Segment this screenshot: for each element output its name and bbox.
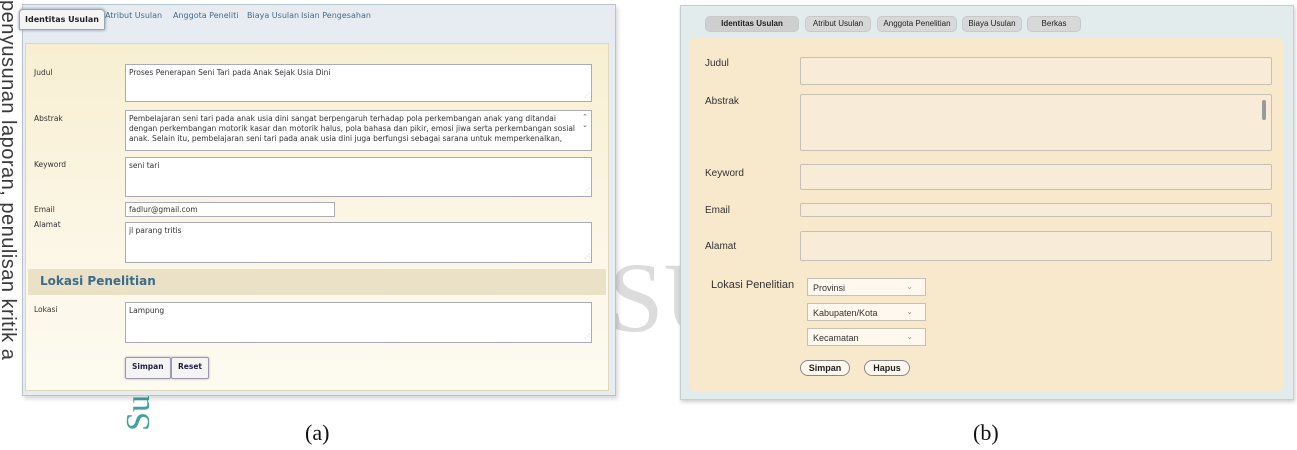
email-field[interactable]: fadlur@gmail.com [125,202,335,217]
save-button[interactable]: Simpan [800,360,850,376]
tab-identitas-usulan[interactable]: Identitas Usulan [705,16,799,32]
alamat-label: Alamat [34,220,61,229]
side-logo: Su [120,395,157,431]
lokasi-section-header: Lokasi Penelitian [28,269,606,295]
tab-atribut-usulan[interactable]: Atribut Usulan [805,16,871,32]
tab-identitas-usulan[interactable]: Identitas Usulan [19,9,105,30]
resize-grip-icon[interactable]: ⋰ [584,332,590,342]
chevron-down-icon: ⌄ [906,307,913,316]
chevron-down-icon: ⌄ [582,121,588,129]
keyword-field[interactable]: seni tari ⋰ [125,157,592,197]
panel-b-form: Identitas Usulan Atribut Usulan Anggota … [680,5,1294,400]
tab-biaya-usulan[interactable]: Biaya Usulan [962,16,1022,32]
email-label: Email [34,205,55,214]
chevron-down-icon: ⌄ [906,332,913,341]
keyword-field[interactable] [800,164,1272,190]
alamat-field[interactable]: jl parang tritis ⋰ [125,222,592,263]
keyword-label: Keyword [705,168,744,179]
lokasi-field[interactable]: Lampung ⋰ [125,302,592,343]
section-title: Lokasi Penelitian [40,274,156,288]
alamat-label: Alamat [705,241,737,252]
abstrak-field[interactable]: Pembelajaran seni tari pada anak usia di… [125,110,592,151]
panel-a-content: Judul Proses Penerapan Seni Tari pada An… [25,43,609,391]
panel-a-tab-bar: Identitas Usulan Atribut Usulan Anggota … [19,5,615,31]
email-label: Email [705,205,731,216]
panel-a-form: Identitas Usulan Atribut Usulan Anggota … [19,4,616,396]
resize-grip-icon[interactable]: ⋰ [584,252,590,262]
tab-isian-pengesahan[interactable]: Isian Pengesahan [301,11,371,20]
judul-label: Judul [34,68,53,77]
kabupaten-select[interactable]: Kabupaten/Kota ⌄ [807,303,926,321]
keyword-label: Keyword [34,160,67,169]
email-field[interactable] [800,203,1272,217]
judul-label: Judul [705,58,729,69]
abstrak-label: Abstrak [34,114,63,123]
reset-button[interactable]: Reset [171,357,209,379]
chevron-up-icon: ⌃ [582,113,588,121]
chevron-down-icon: ⌄ [906,282,913,291]
abstrak-scrollbar[interactable] [1262,100,1266,120]
tab-biaya-usulan[interactable]: Biaya Usulan [247,11,299,20]
left-margin-text: penyusunan laporan, penulisan kritik a [0,0,18,450]
alamat-field[interactable] [800,231,1272,261]
caption-b: (b) [973,420,999,445]
panel-b-content: Judul Abstrak Keyword Email Alamat Lokas… [689,38,1284,391]
lokasi-label: Lokasi [34,305,58,314]
tab-atribut-usulan[interactable]: Atribut Usulan [105,11,162,20]
resize-grip-icon[interactable]: ⋰ [584,186,590,196]
resize-grip-icon[interactable]: ⋰ [584,91,590,101]
kecamatan-select[interactable]: Kecamatan ⌄ [807,328,926,346]
lokasi-penelitian-label: Lokasi Penelitian [711,279,795,291]
provinsi-select[interactable]: Provinsi ⌄ [807,278,926,296]
tab-berkas[interactable]: Berkas [1027,16,1081,32]
tab-anggota-penelitian[interactable]: Anggota Penelitian [877,16,957,32]
abstrak-label: Abstrak [705,96,739,107]
save-button[interactable]: Simpan [125,357,171,379]
delete-button[interactable]: Hapus [864,360,910,376]
side-text: penyusunan laporan, penulisan kritik a [0,0,18,361]
tab-anggota-peneliti[interactable]: Anggota Peneliti [173,11,238,20]
abstrak-field[interactable] [800,94,1272,151]
judul-field[interactable] [800,57,1272,85]
abstrak-scrollbar[interactable]: ⌃ ⌄ [581,113,589,129]
caption-a: (a) [305,420,330,445]
judul-field[interactable]: Proses Penerapan Seni Tari pada Anak Sej… [125,64,592,102]
